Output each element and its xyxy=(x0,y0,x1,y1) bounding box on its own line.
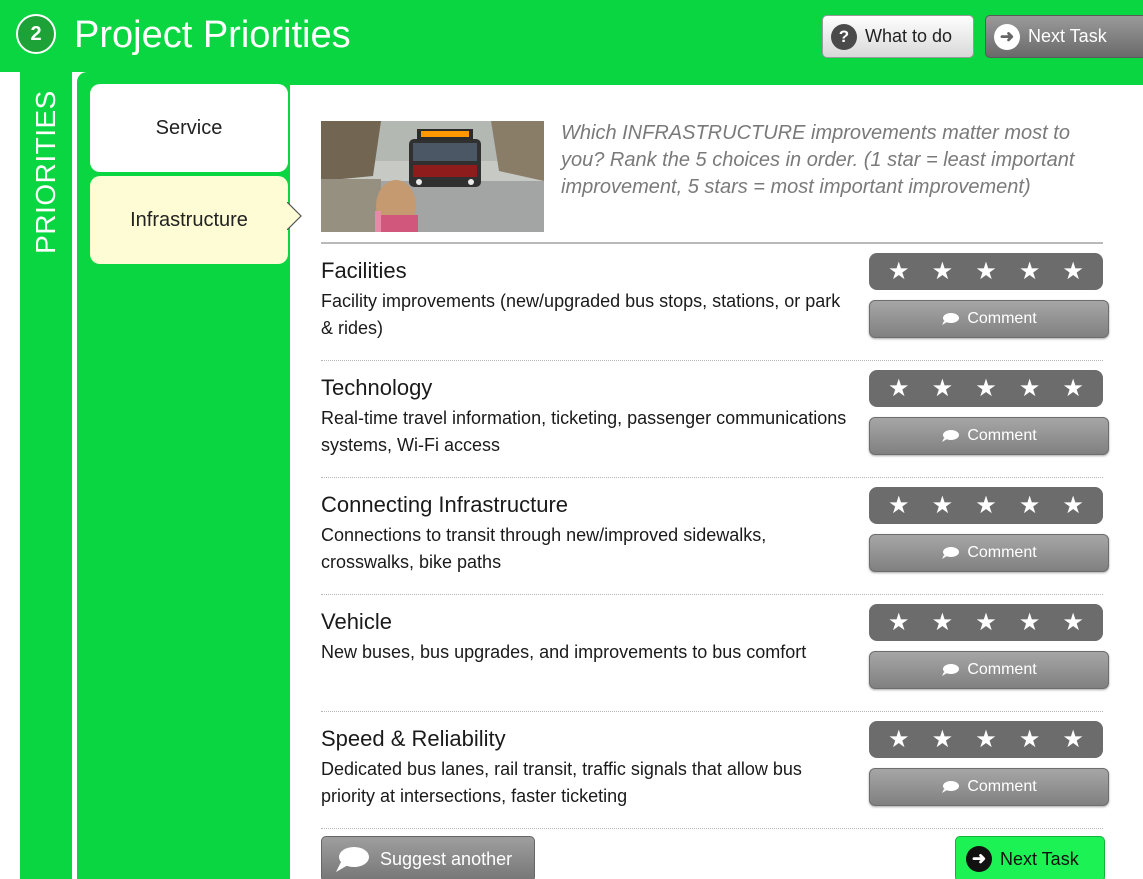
comment-button-vehicle[interactable]: Comment xyxy=(869,651,1109,689)
star-icon[interactable]: ★ xyxy=(1062,259,1084,284)
star-icon[interactable]: ★ xyxy=(932,376,954,401)
comment-button-facilities[interactable]: Comment xyxy=(869,300,1109,338)
star-icon[interactable]: ★ xyxy=(1062,610,1084,635)
section-divider xyxy=(321,242,1103,244)
priorities-vertical-label: PRIORITIES xyxy=(30,90,61,254)
what-to-do-label: What to do xyxy=(865,26,953,46)
item-divider xyxy=(321,477,1103,478)
intro-text: Which INFRASTRUCTURE improvements matter… xyxy=(561,122,1075,198)
star-icon[interactable]: ★ xyxy=(932,610,954,635)
tab-service[interactable]: Service xyxy=(90,84,288,172)
star-icon[interactable]: ★ xyxy=(975,727,997,752)
star-rating-vehicle[interactable]: ★ ★ ★ ★ ★ xyxy=(869,604,1103,641)
star-icon[interactable]: ★ xyxy=(932,259,954,284)
tab-infrastructure-label: Infrastructure xyxy=(130,208,248,231)
star-icon[interactable]: ★ xyxy=(932,727,954,752)
arrow-right-circle-icon: ➜ xyxy=(966,846,992,872)
arrow-right-circle-icon: ➜ xyxy=(994,23,1020,50)
speech-bubble-icon xyxy=(336,847,369,872)
star-icon[interactable]: ★ xyxy=(975,259,997,284)
item-title-speed-reliability: Speed & Reliability xyxy=(321,726,506,751)
speech-bubble-icon xyxy=(942,781,960,793)
comment-label: Comment xyxy=(967,778,1037,795)
comment-button-speed-reliability[interactable]: Comment xyxy=(869,768,1109,806)
star-icon[interactable]: ★ xyxy=(1062,727,1084,752)
item-divider xyxy=(321,594,1103,595)
star-icon[interactable]: ★ xyxy=(1019,376,1041,401)
item-title-technology: Technology xyxy=(321,375,433,400)
what-to-do-button[interactable]: ? What to do xyxy=(822,15,974,58)
item-title-vehicle: Vehicle xyxy=(321,609,392,634)
side-label-container: PRIORITIES xyxy=(20,72,72,272)
suggest-another-button[interactable]: Suggest another xyxy=(321,836,535,879)
star-icon[interactable]: ★ xyxy=(888,610,910,635)
star-icon[interactable]: ★ xyxy=(975,376,997,401)
star-icon[interactable]: ★ xyxy=(1019,727,1041,752)
comment-button-technology[interactable]: Comment xyxy=(869,417,1109,455)
step-number-badge: 2 xyxy=(16,14,56,54)
next-task-label-top: Next Task xyxy=(1028,26,1107,46)
question-circle-icon: ? xyxy=(831,23,857,50)
page-title: Project Priorities xyxy=(74,14,351,56)
star-rating-facilities[interactable]: ★ ★ ★ ★ ★ xyxy=(869,253,1103,290)
next-task-button-bottom[interactable]: ➜ Next Task xyxy=(955,836,1105,879)
item-divider xyxy=(321,711,1103,712)
comment-label: Comment xyxy=(967,310,1037,327)
speech-bubble-icon xyxy=(942,430,960,442)
speech-bubble-icon xyxy=(942,664,960,676)
item-desc-technology: Real-time travel information, ticketing,… xyxy=(321,408,847,455)
next-task-button-top[interactable]: ➜ Next Task xyxy=(985,15,1143,58)
comment-button-connecting-infrastructure[interactable]: Comment xyxy=(869,534,1109,572)
star-icon[interactable]: ★ xyxy=(932,493,954,518)
next-task-label-bottom: Next Task xyxy=(1000,848,1079,869)
item-title-connecting-infrastructure: Connecting Infrastructure xyxy=(321,492,569,517)
tab-pointer-icon xyxy=(287,202,302,230)
item-desc-vehicle: New buses, bus upgrades, and improvement… xyxy=(321,642,807,662)
star-rating-technology[interactable]: ★ ★ ★ ★ ★ xyxy=(869,370,1103,407)
suggest-another-label: Suggest another xyxy=(380,848,513,869)
star-icon[interactable]: ★ xyxy=(975,610,997,635)
star-icon[interactable]: ★ xyxy=(888,376,910,401)
star-icon[interactable]: ★ xyxy=(888,727,910,752)
tab-infrastructure[interactable]: Infrastructure xyxy=(90,176,288,264)
speech-bubble-icon xyxy=(942,547,960,559)
item-title-facilities: Facilities xyxy=(321,258,407,283)
star-rating-speed-reliability[interactable]: ★ ★ ★ ★ ★ xyxy=(869,721,1103,758)
star-icon[interactable]: ★ xyxy=(1019,610,1041,635)
item-desc-facilities: Facility improvements (new/upgraded bus … xyxy=(321,291,841,338)
left-margin xyxy=(0,72,20,879)
star-icon[interactable]: ★ xyxy=(975,493,997,518)
star-icon[interactable]: ★ xyxy=(888,259,910,284)
star-icon[interactable]: ★ xyxy=(1062,493,1084,518)
item-divider xyxy=(321,360,1103,361)
star-icon[interactable]: ★ xyxy=(1019,493,1041,518)
speech-bubble-icon xyxy=(942,313,960,325)
comment-label: Comment xyxy=(967,544,1037,561)
item-desc-connecting-infrastructure: Connections to transit through new/impro… xyxy=(321,525,767,572)
star-icon[interactable]: ★ xyxy=(888,493,910,518)
star-icon[interactable]: ★ xyxy=(1019,259,1041,284)
item-divider xyxy=(321,828,1103,829)
tab-service-label: Service xyxy=(155,116,223,139)
comment-label: Comment xyxy=(967,661,1037,678)
comment-label: Comment xyxy=(967,427,1037,444)
item-desc-speed-reliability: Dedicated bus lanes, rail transit, traff… xyxy=(321,759,802,806)
star-icon[interactable]: ★ xyxy=(1062,376,1084,401)
star-rating-connecting-infrastructure[interactable]: ★ ★ ★ ★ ★ xyxy=(869,487,1103,524)
bus-stop-photo xyxy=(321,121,544,232)
